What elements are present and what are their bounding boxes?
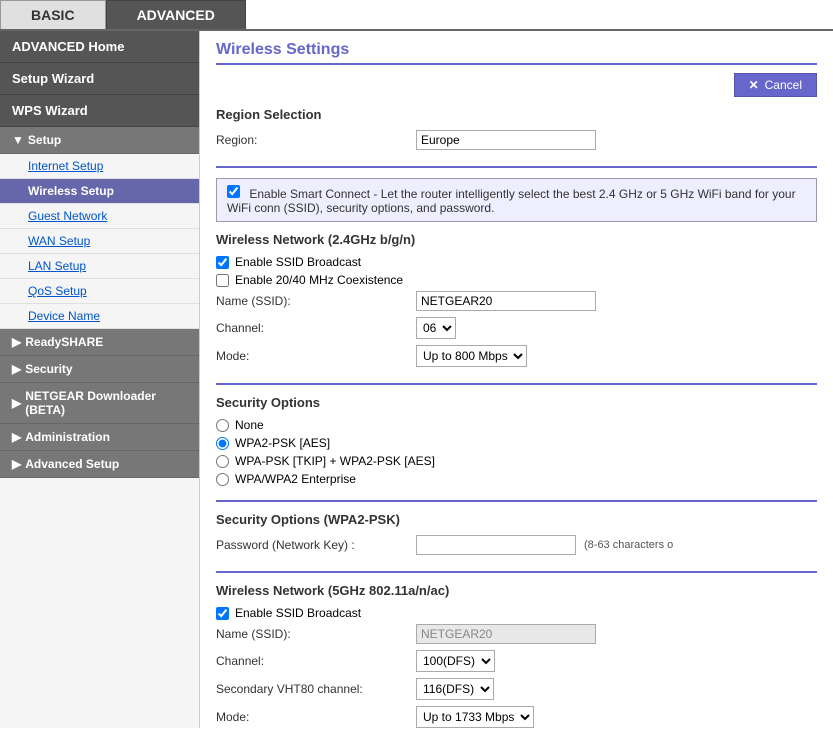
security-none-radio[interactable] <box>216 419 229 432</box>
sidebar-item-wan-setup[interactable]: WAN Setup <box>0 229 199 254</box>
sidebar-item-device-name[interactable]: Device Name <box>0 304 199 329</box>
close-icon: ✕ <box>749 78 759 92</box>
sidebar-item-qos-setup[interactable]: QoS Setup <box>0 279 199 304</box>
sidebar-item-setup-wizard[interactable]: Setup Wizard <box>0 63 199 95</box>
channel-24-row: Channel: 06 01020304 05070809 1011 <box>216 317 817 339</box>
mode-24-label: Mode: <box>216 349 416 363</box>
password-hint: (8-63 characters o <box>584 539 673 551</box>
security-enterprise-label: WPA/WPA2 Enterprise <box>235 472 356 486</box>
security-wpa-wpa2-row: WPA-PSK [TKIP] + WPA2-PSK [AES] <box>216 454 817 468</box>
password-row: Password (Network Key) : (8-63 character… <box>216 535 817 555</box>
tab-advanced[interactable]: ADVANCED <box>106 0 246 29</box>
enable-ssid-24-checkbox[interactable] <box>216 256 229 269</box>
sidebar-item-internet-setup[interactable]: Internet Setup <box>0 154 199 179</box>
region-section-title: Region Selection <box>216 107 817 122</box>
sidebar-item-lan-setup[interactable]: LAN Setup <box>0 254 199 279</box>
secondary-vht-row: Secondary VHT80 channel: 116(DFS) 364014… <box>216 678 817 700</box>
mode-24-row: Mode: Up to 800 Mbps <box>216 345 817 367</box>
secondary-vht-label: Secondary VHT80 channel: <box>216 682 416 696</box>
channel-24-label: Channel: <box>216 321 416 335</box>
enable-2040-checkbox[interactable] <box>216 274 229 287</box>
enable-ssid-24-label: Enable SSID Broadcast <box>235 255 361 269</box>
region-input[interactable] <box>416 130 596 150</box>
top-tabs: BASIC ADVANCED <box>0 0 833 31</box>
cancel-button[interactable]: ✕ Cancel <box>734 73 817 97</box>
security-wpa-wpa2-label: WPA-PSK [TKIP] + WPA2-PSK [AES] <box>235 454 435 468</box>
channel-5g-label: Channel: <box>216 654 416 668</box>
mode-5g-row: Mode: Up to 1733 Mbps <box>216 706 817 728</box>
security-none-label: None <box>235 418 264 432</box>
channel-5g-row: Channel: 100(DFS) 3640149 <box>216 650 817 672</box>
enable-ssid-5g-row: Enable SSID Broadcast <box>216 606 817 620</box>
enable-ssid-5g-checkbox[interactable] <box>216 607 229 620</box>
security-wpa2-section: Security Options (WPA2-PSK) Password (Ne… <box>216 512 817 573</box>
security-none-row: None <box>216 418 817 432</box>
region-label: Region: <box>216 133 416 147</box>
channel-5g-select[interactable]: 100(DFS) 3640149 <box>416 650 495 672</box>
sidebar-section-administration[interactable]: ▶ Administration <box>0 424 199 451</box>
security-wpa2-row: WPA2-PSK [AES] <box>216 436 817 450</box>
smart-connect-text: Enable Smart Connect - Let the router in… <box>227 187 796 215</box>
main-layout: ADVANCED Home Setup Wizard WPS Wizard ▼ … <box>0 31 833 728</box>
security-wpa2-radio[interactable] <box>216 437 229 450</box>
enable-ssid-5g-label: Enable SSID Broadcast <box>235 606 361 620</box>
wireless-5g-section: Wireless Network (5GHz 802.11a/n/ac) Ena… <box>216 583 817 728</box>
mode-5g-select[interactable]: Up to 1733 Mbps <box>416 706 534 728</box>
enable-2040-label: Enable 20/40 MHz Coexistence <box>235 273 403 287</box>
enable-ssid-24-row: Enable SSID Broadcast <box>216 255 817 269</box>
secondary-vht-select[interactable]: 116(DFS) 3640149 <box>416 678 494 700</box>
sidebar: ADVANCED Home Setup Wizard WPS Wizard ▼ … <box>0 31 200 728</box>
region-section: Region Selection Region: <box>216 107 817 168</box>
wireless-5g-title: Wireless Network (5GHz 802.11a/n/ac) <box>216 583 817 598</box>
mode-24-select[interactable]: Up to 800 Mbps <box>416 345 527 367</box>
ssid-5g-input[interactable] <box>416 624 596 644</box>
sidebar-item-advanced-home[interactable]: ADVANCED Home <box>0 31 199 63</box>
security-enterprise-row: WPA/WPA2 Enterprise <box>216 472 817 486</box>
security-enterprise-radio[interactable] <box>216 473 229 486</box>
mode-5g-label: Mode: <box>216 710 416 724</box>
ssid-5g-label: Name (SSID): <box>216 627 416 641</box>
channel-24-select[interactable]: 06 01020304 05070809 1011 <box>416 317 456 339</box>
sidebar-section-setup[interactable]: ▼ Setup <box>0 127 199 154</box>
ssid-24-label: Name (SSID): <box>216 294 416 308</box>
sidebar-item-guest-network[interactable]: Guest Network <box>0 204 199 229</box>
security-options-title: Security Options <box>216 395 817 410</box>
chevron-right-icon-3: ▶ <box>12 396 21 410</box>
security-wpa2-label: WPA2-PSK [AES] <box>235 436 330 450</box>
password-label: Password (Network Key) : <box>216 538 416 552</box>
wireless-24-title: Wireless Network (2.4GHz b/g/n) <box>216 232 817 247</box>
enable-2040-row: Enable 20/40 MHz Coexistence <box>216 273 817 287</box>
sidebar-item-wireless-setup[interactable]: Wireless Setup <box>0 179 199 204</box>
sidebar-item-wps-wizard[interactable]: WPS Wizard <box>0 95 199 127</box>
region-row: Region: <box>216 130 817 150</box>
chevron-right-icon-4: ▶ <box>12 430 21 444</box>
ssid-24-input[interactable] <box>416 291 596 311</box>
content-area: Wireless Settings ✕ Cancel Region Select… <box>200 31 833 728</box>
chevron-right-icon-5: ▶ <box>12 457 21 471</box>
chevron-down-icon: ▼ <box>12 133 24 147</box>
sidebar-section-advanced-setup[interactable]: ▶ Advanced Setup <box>0 451 199 478</box>
chevron-right-icon-2: ▶ <box>12 362 21 376</box>
wireless-24-section: Wireless Network (2.4GHz b/g/n) Enable S… <box>216 232 817 385</box>
security-options-section: Security Options None WPA2-PSK [AES] WPA… <box>216 395 817 502</box>
ssid-24-row: Name (SSID): <box>216 291 817 311</box>
page-title: Wireless Settings <box>216 41 817 65</box>
ssid-5g-row: Name (SSID): <box>216 624 817 644</box>
smart-connect-row: Enable Smart Connect - Let the router in… <box>216 178 817 222</box>
security-wpa2-title: Security Options (WPA2-PSK) <box>216 512 817 527</box>
password-input[interactable] <box>416 535 576 555</box>
security-wpa-wpa2-radio[interactable] <box>216 455 229 468</box>
smart-connect-checkbox[interactable] <box>227 185 240 198</box>
tab-basic[interactable]: BASIC <box>0 0 106 29</box>
chevron-right-icon: ▶ <box>12 335 21 349</box>
sidebar-section-netgear[interactable]: ▶ NETGEAR Downloader (BETA) <box>0 383 199 424</box>
toolbar: ✕ Cancel <box>216 73 817 97</box>
sidebar-section-readyshare[interactable]: ▶ ReadySHARE <box>0 329 199 356</box>
sidebar-section-security[interactable]: ▶ Security <box>0 356 199 383</box>
